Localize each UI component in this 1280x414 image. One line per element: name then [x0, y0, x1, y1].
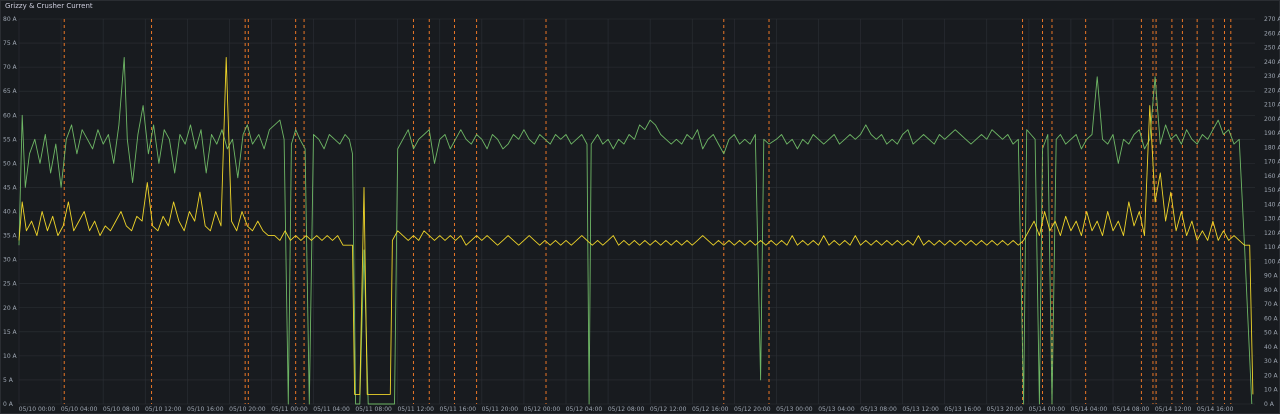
- y-right-tick-label: 100 A: [1264, 258, 1280, 265]
- y-left-tick-label: 0 A: [3, 401, 14, 408]
- right-axis: 0 A 10 A 20 A 30 A 40 A 50 A 60 A 70 A 80 A 90 A 1…: [1264, 16, 1280, 408]
- y-left-tick-label: 20 A: [3, 305, 18, 312]
- series-layer: [18, 57, 1254, 405]
- x-tick-label: 05/10 12:00: [145, 406, 182, 413]
- x-tick-label: 05/11 00:00: [271, 406, 308, 413]
- grid-layer: [18, 18, 1255, 405]
- x-tick-label: 05/13 16:00: [944, 406, 981, 413]
- x-tick-label: 05/14 16:00: [1197, 406, 1234, 413]
- y-left-tick-label: 40 A: [3, 209, 18, 216]
- x-tick-label: 05/13 08:00: [860, 406, 897, 413]
- x-tick-label: 05/13 12:00: [902, 406, 939, 413]
- x-tick-label: 05/10 20:00: [229, 406, 266, 413]
- x-tick-label: 05/11 20:00: [482, 406, 519, 413]
- y-right-tick-label: 0 A: [1264, 401, 1275, 408]
- y-right-tick-label: 40 A: [1264, 344, 1279, 351]
- x-tick-label: 05/14 00:00: [1029, 406, 1066, 413]
- x-tick-label: 05/12 16:00: [692, 406, 729, 413]
- x-tick-label: 05/10 08:00: [103, 406, 140, 413]
- y-right-tick-label: 90 A: [1264, 273, 1279, 280]
- x-tick-label: 05/12 12:00: [650, 406, 687, 413]
- y-right-tick-label: 160 A: [1264, 173, 1280, 180]
- x-tick-label: 05/11 04:00: [313, 406, 350, 413]
- y-right-tick-label: 240 A: [1264, 59, 1280, 66]
- series-line-0: [18, 57, 1253, 405]
- y-left-tick-label: 30 A: [3, 257, 18, 264]
- y-right-tick-label: 110 A: [1264, 244, 1280, 251]
- y-left-tick-label: 15 A: [3, 329, 18, 336]
- y-right-tick-label: 80 A: [1264, 287, 1279, 294]
- y-right-tick-label: 270 A: [1264, 16, 1280, 23]
- chart-panel: Grizzy & Crusher Current 0 A5 A 10 A 15 A2…: [0, 0, 1280, 414]
- y-left-tick-label: 25 A: [3, 281, 18, 288]
- line-chart: 0 A 5 A 10 A 15 A 20 A 25 A 30 A 35 A 40 A 45 A 50…: [3, 16, 1280, 413]
- series-line-1: [18, 57, 1254, 395]
- x-tick-label: 05/12 04:00: [566, 406, 603, 413]
- y-right-tick-label: 50 A: [1264, 330, 1279, 337]
- y-right-tick-label: 190 A: [1264, 130, 1280, 137]
- x-tick-label: 05/11 08:00: [355, 406, 392, 413]
- x-tick-label: 05/14 12:00: [1155, 406, 1192, 413]
- y-right-tick-label: 180 A: [1264, 144, 1280, 151]
- x-tick-label: 05/12 00:00: [524, 406, 561, 413]
- y-right-tick-label: 260 A: [1264, 30, 1280, 37]
- x-tick-label: 05/10 04:00: [61, 406, 98, 413]
- y-right-tick-label: 20 A: [1264, 372, 1279, 379]
- y-right-tick-label: 200 A: [1264, 116, 1280, 123]
- x-tick-label: 05/12 08:00: [608, 406, 645, 413]
- x-tick-label: 05/13 20:00: [987, 406, 1024, 413]
- y-right-tick-label: 170 A: [1264, 159, 1280, 166]
- y-right-tick-label: 210 A: [1264, 102, 1280, 109]
- y-right-tick-label: 150 A: [1264, 187, 1280, 194]
- x-tick-label: 05/14 08:00: [1113, 406, 1150, 413]
- x-tick-label: 05/10 00:00: [19, 406, 56, 413]
- x-tick-label: 05/11 16:00: [440, 406, 477, 413]
- x-tick-label: 05/14 04:00: [1071, 406, 1108, 413]
- y-right-tick-label: 120 A: [1264, 230, 1280, 237]
- y-left-tick-label: 65 A: [3, 88, 18, 95]
- x-tick-label: 05/10 16:00: [187, 406, 224, 413]
- y-right-tick-label: 10 A: [1264, 387, 1279, 394]
- left-axis: 0 A 5 A 10 A 15 A 20 A 25 A 30 A 35 A 40 A 45 A 50…: [3, 16, 18, 408]
- y-left-tick-label: 70 A: [3, 64, 18, 71]
- y-left-tick-label: 55 A: [3, 136, 18, 143]
- y-left-tick-label: 50 A: [3, 160, 18, 167]
- x-tick-label: 05/13 00:00: [776, 406, 813, 413]
- y-left-tick-label: 60 A: [3, 112, 18, 119]
- y-right-tick-label: 130 A: [1264, 216, 1280, 223]
- x-axis: 05/10 00:00 05/10 04:00 05/10 08:00 05/10 1…: [19, 406, 1234, 413]
- x-tick-label: 05/13 04:00: [818, 406, 855, 413]
- x-tick-label: 05/12 20:00: [734, 406, 771, 413]
- y-right-tick-label: 70 A: [1264, 301, 1279, 308]
- y-left-tick-label: 75 A: [3, 40, 18, 47]
- y-right-tick-label: 230 A: [1264, 73, 1280, 80]
- y-left-tick-label: 35 A: [3, 233, 18, 240]
- y-right-tick-label: 220 A: [1264, 87, 1280, 94]
- x-tick-label: 05/11 12:00: [397, 406, 434, 413]
- y-right-tick-label: 30 A: [1264, 358, 1279, 365]
- y-left-tick-label: 45 A: [3, 184, 18, 191]
- y-left-tick-label: 80 A: [3, 16, 18, 23]
- y-right-tick-label: 60 A: [1264, 315, 1279, 322]
- y-left-tick-label: 10 A: [3, 353, 18, 360]
- y-right-tick-label: 250 A: [1264, 45, 1280, 52]
- y-right-tick-label: 140 A: [1264, 201, 1280, 208]
- y-left-tick-label: 5 A: [3, 377, 14, 384]
